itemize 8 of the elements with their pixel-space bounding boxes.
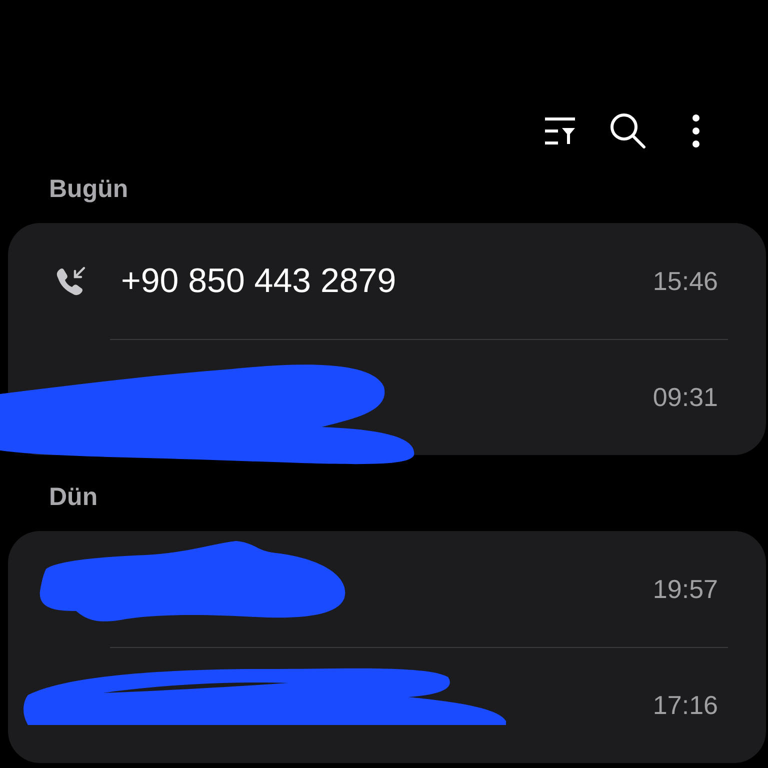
- call-time: 17:16: [652, 688, 718, 722]
- call-time: 19:57: [652, 572, 718, 606]
- incoming-call-icon: [55, 266, 87, 296]
- call-time: 09:31: [652, 380, 718, 414]
- phone-number: +90 850 443 2879: [121, 260, 396, 302]
- section-header: Dün: [48, 482, 99, 513]
- section-header: Bugün: [48, 174, 130, 205]
- call-time: 15:46: [652, 264, 718, 298]
